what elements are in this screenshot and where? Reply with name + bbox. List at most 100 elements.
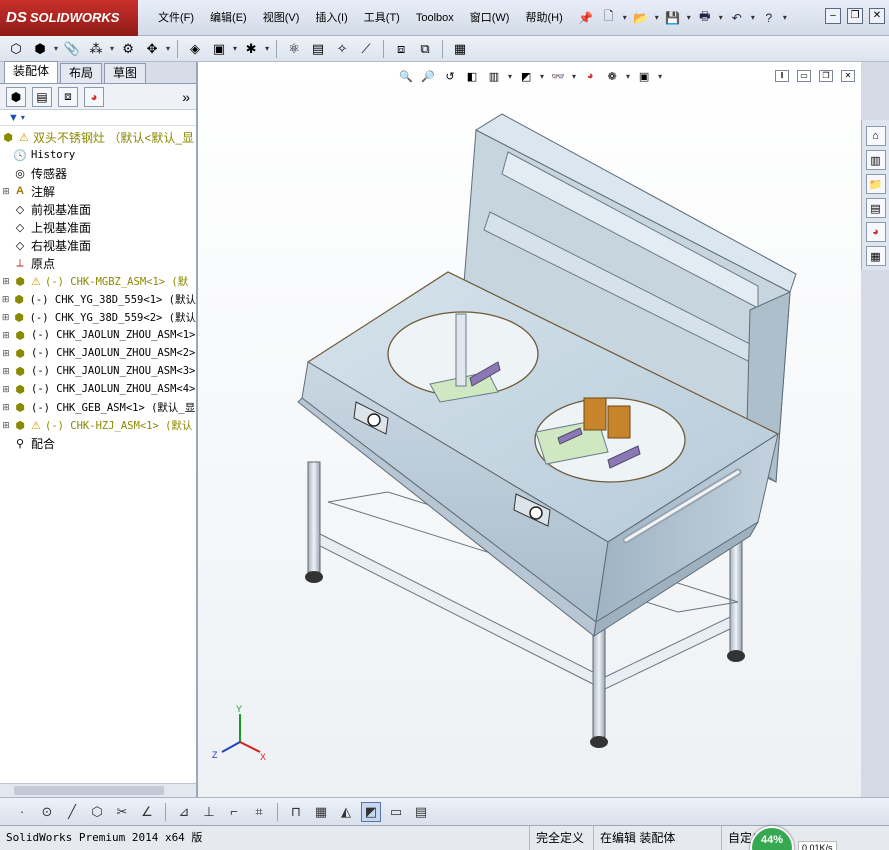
minimize-icon[interactable]: –: [825, 8, 841, 24]
solidworks-resources-icon[interactable]: ⌂: [865, 126, 886, 146]
pin-icon[interactable]: 📌: [577, 9, 595, 27]
menu-insert[interactable]: 插入(I): [307, 0, 355, 36]
polygon-icon[interactable]: ⬡: [87, 802, 107, 822]
design-library-icon[interactable]: ▥: [865, 150, 886, 170]
feature-manager-icon[interactable]: ⬢: [6, 86, 26, 107]
tree-item-history[interactable]: 🕓 History: [0, 146, 196, 164]
restore-icon[interactable]: ❐: [847, 8, 863, 24]
expand-icon[interactable]: ⊞: [0, 330, 12, 341]
pattern-dropdown-icon[interactable]: ▾: [110, 44, 114, 53]
tree-root[interactable]: ⬢ ⚠ 双头不锈钢灶 （默认<默认_显: [0, 128, 196, 146]
reference-geometry-icon[interactable]: ✱: [241, 39, 261, 59]
solidworks-logo[interactable]: DS SOLIDWORKS: [0, 0, 138, 36]
rapid-sketch-icon[interactable]: ⊓: [286, 802, 306, 822]
reference-dropdown-icon[interactable]: ▾: [265, 44, 269, 53]
bill-of-materials-icon[interactable]: ▤: [308, 39, 328, 59]
expand-icon[interactable]: ⊞: [0, 384, 12, 395]
display-manager-icon[interactable]: ◕: [84, 86, 104, 107]
print-dropdown-icon[interactable]: ▾: [719, 13, 723, 22]
configuration-manager-icon[interactable]: ⧈: [58, 86, 78, 107]
expand-icon[interactable]: ⊞: [0, 276, 12, 287]
linear-pattern-icon[interactable]: ⁂: [86, 39, 106, 59]
open-dropdown-icon[interactable]: ▾: [655, 13, 659, 22]
corner-rectangle-icon[interactable]: ⌐: [224, 802, 244, 822]
smart-fasteners-icon[interactable]: ⚙: [118, 39, 138, 59]
point-icon[interactable]: ·: [12, 802, 32, 822]
grid-icon[interactable]: ▦: [311, 802, 331, 822]
menu-edit[interactable]: 编辑(E): [202, 0, 255, 36]
centerline-icon[interactable]: ∠: [137, 802, 157, 822]
exploded-view-icon[interactable]: ✧: [332, 39, 352, 59]
features-dropdown-icon[interactable]: ▾: [233, 44, 237, 53]
appearances-icon[interactable]: ◕: [865, 222, 886, 242]
tree-filter[interactable]: ▼ ▾: [0, 110, 196, 126]
expand-icon[interactable]: ⊞: [0, 348, 12, 359]
tree-item-component[interactable]: ⊞ ⬢ (-) CHK_YG_38D_559<1> (默认: [0, 290, 196, 308]
table-view-icon[interactable]: ▤: [411, 802, 431, 822]
menu-toolbox[interactable]: Toolbox: [408, 0, 462, 36]
horizontal-scrollbar[interactable]: [0, 783, 196, 797]
relations-icon[interactable]: ⊥: [199, 802, 219, 822]
graphics-area[interactable]: 🔍 🔎 ↺ ◧ ▥ ▾ ◩ ▾ 👓 ▾ ◕ ❁ ▾ ▣ ▾ ‖ ▭ ❐ ✕ Y …: [198, 62, 861, 797]
move-component-icon[interactable]: ✥: [142, 39, 162, 59]
tab-layout[interactable]: 布局: [60, 63, 103, 83]
expand-icon[interactable]: ⊞: [0, 366, 12, 377]
menu-view[interactable]: 视图(V): [255, 0, 308, 36]
filter-icon[interactable]: ▼: [8, 112, 19, 124]
tree-item-front-plane[interactable]: ◇ 前视基准面: [0, 200, 196, 218]
open-folder-icon[interactable]: 📂: [632, 9, 650, 27]
print-icon[interactable]: 🖶: [696, 9, 714, 27]
insert-component-dropdown-icon[interactable]: ▾: [54, 44, 58, 53]
file-explorer-icon[interactable]: 📁: [865, 174, 886, 194]
tree-item-component[interactable]: ⊞ ⬢ (-) CHK_JAOLUN_ZHOU_ASM<4>: [0, 380, 196, 398]
mate-icon[interactable]: 📎: [62, 39, 82, 59]
sketch-plane-icon[interactable]: ◭: [336, 802, 356, 822]
tree-item-component[interactable]: ⊞ ⬢ (-) CHK_YG_38D_559<2> (默认: [0, 308, 196, 326]
new-dropdown-icon[interactable]: ▾: [623, 13, 627, 22]
save-dropdown-icon[interactable]: ▾: [687, 13, 691, 22]
expand-icon[interactable]: ⊞: [0, 294, 11, 305]
chevron-right-icon[interactable]: »: [182, 89, 190, 105]
tree-item-top-plane[interactable]: ◇ 上视基准面: [0, 218, 196, 236]
instant3d-icon[interactable]: ▦: [450, 39, 470, 59]
tree-item-right-plane[interactable]: ◇ 右视基准面: [0, 236, 196, 254]
help-dropdown-icon[interactable]: ▾: [783, 13, 787, 22]
menu-window[interactable]: 窗口(W): [462, 0, 518, 36]
expand-icon[interactable]: ⊞: [0, 402, 12, 413]
interference-detection-icon[interactable]: ⧈: [391, 39, 411, 59]
smart-dimension-icon[interactable]: ⊿: [174, 802, 194, 822]
property-manager-icon[interactable]: ▤: [32, 86, 52, 107]
tree-item-component[interactable]: ⊞ ⬢ (-) CHK_JAOLUN_ZHOU_ASM<3>: [0, 362, 196, 380]
shaded-view-icon[interactable]: ◩: [361, 801, 381, 822]
help-icon[interactable]: ?: [760, 9, 778, 27]
view-palette-icon[interactable]: ▤: [865, 198, 886, 218]
trim-icon[interactable]: ✂: [112, 802, 132, 822]
tab-assembly[interactable]: 装配体: [4, 61, 59, 83]
tree-item-component[interactable]: ⊞ ⬢ ⚠ (-) CHK-MGBZ_ASM<1> (默: [0, 272, 196, 290]
menu-help[interactable]: 帮助(H): [517, 0, 570, 36]
clearance-icon[interactable]: ⧉: [415, 39, 435, 59]
custom-properties-icon[interactable]: ▦: [865, 246, 886, 266]
tab-sketch[interactable]: 草图: [104, 63, 147, 83]
view-panel-icon[interactable]: ▭: [386, 802, 406, 822]
tree-item-component[interactable]: ⊞ ⬢ (-) CHK_GEB_ASM<1> (默认_显: [0, 398, 196, 416]
assembly-features-icon[interactable]: ▣: [209, 39, 229, 59]
edit-component-icon[interactable]: ⬡: [6, 39, 26, 59]
close-icon[interactable]: ✕: [869, 8, 885, 24]
expand-icon[interactable]: ⊞: [0, 186, 12, 197]
tree-item-component[interactable]: ⊞ ⬢ ⚠ (-) CHK-HZJ_ASM<1> (默认: [0, 416, 196, 434]
tree-item-origin[interactable]: ⟂ 原点: [0, 254, 196, 272]
explode-line-sketch-icon[interactable]: ⟋: [356, 39, 376, 59]
filter-dropdown-icon[interactable]: ▾: [21, 113, 25, 122]
menu-tools[interactable]: 工具(T): [356, 0, 408, 36]
undo-icon[interactable]: ↶: [728, 9, 746, 27]
construction-geometry-icon[interactable]: ⌗: [249, 802, 269, 822]
undo-dropdown-icon[interactable]: ▾: [751, 13, 755, 22]
menu-file[interactable]: 文件(F): [150, 0, 202, 36]
move-dropdown-icon[interactable]: ▾: [166, 44, 170, 53]
tree-item-component[interactable]: ⊞ ⬢ (-) CHK_JAOLUN_ZHOU_ASM<1>: [0, 326, 196, 344]
scrollbar-thumb[interactable]: [14, 786, 164, 795]
new-motion-study-icon[interactable]: ⚛: [284, 39, 304, 59]
expand-icon[interactable]: ⊞: [0, 312, 11, 323]
tree-item-mates[interactable]: ⚲ 配合: [0, 434, 196, 452]
